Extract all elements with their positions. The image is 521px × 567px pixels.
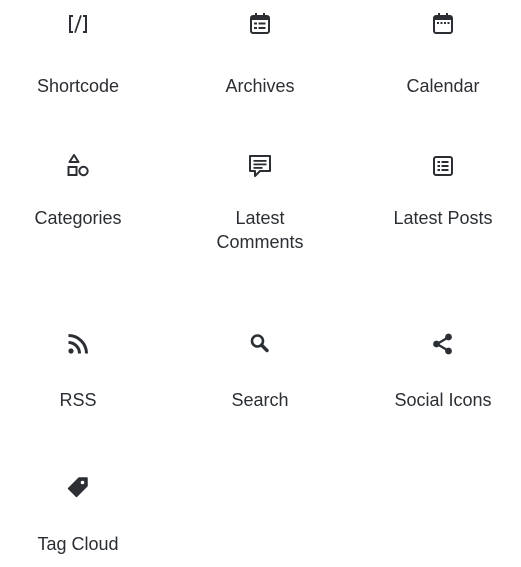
block-shortcode[interactable]: Shortcode — [3, 5, 153, 98]
block-social-icons[interactable]: Social Icons — [368, 330, 518, 412]
widgets-block-grid: Shortcode Archives Calendar Categories L… — [0, 0, 521, 567]
rss-icon — [64, 330, 92, 358]
block-label-shortcode: Shortcode — [36, 76, 120, 96]
block-search[interactable]: Search — [185, 330, 335, 412]
block-calendar[interactable]: Calendar — [368, 5, 518, 98]
block-label-calendar: Calendar — [406, 76, 480, 96]
block-label-rss: RSS — [59, 390, 97, 410]
block-label-latest-comments: Latest Comments — [216, 208, 304, 252]
search-icon — [246, 330, 274, 358]
block-label-categories: Categories — [34, 208, 122, 228]
block-label-social-icons: Social Icons — [394, 390, 492, 410]
block-tag-cloud[interactable]: Tag Cloud — [3, 474, 153, 556]
block-label-search: Search — [231, 390, 289, 410]
block-label-archives: Archives — [225, 76, 295, 96]
calendar-icon — [429, 10, 457, 38]
block-categories[interactable]: Categories — [3, 152, 153, 230]
latest-comments-icon — [246, 152, 274, 180]
categories-icon — [64, 152, 92, 180]
latest-posts-icon — [429, 152, 457, 180]
block-label-latest-posts: Latest Posts — [393, 208, 493, 228]
block-label-tag-cloud: Tag Cloud — [37, 534, 119, 554]
tag-cloud-icon — [64, 474, 92, 502]
archives-icon — [246, 10, 274, 38]
social-icons-icon — [429, 330, 457, 358]
block-archives[interactable]: Archives — [185, 5, 335, 98]
block-rss[interactable]: RSS — [3, 330, 153, 412]
block-latest-posts[interactable]: Latest Posts — [368, 152, 518, 230]
block-latest-comments[interactable]: Latest Comments — [185, 152, 335, 254]
shortcode-icon — [64, 10, 92, 38]
